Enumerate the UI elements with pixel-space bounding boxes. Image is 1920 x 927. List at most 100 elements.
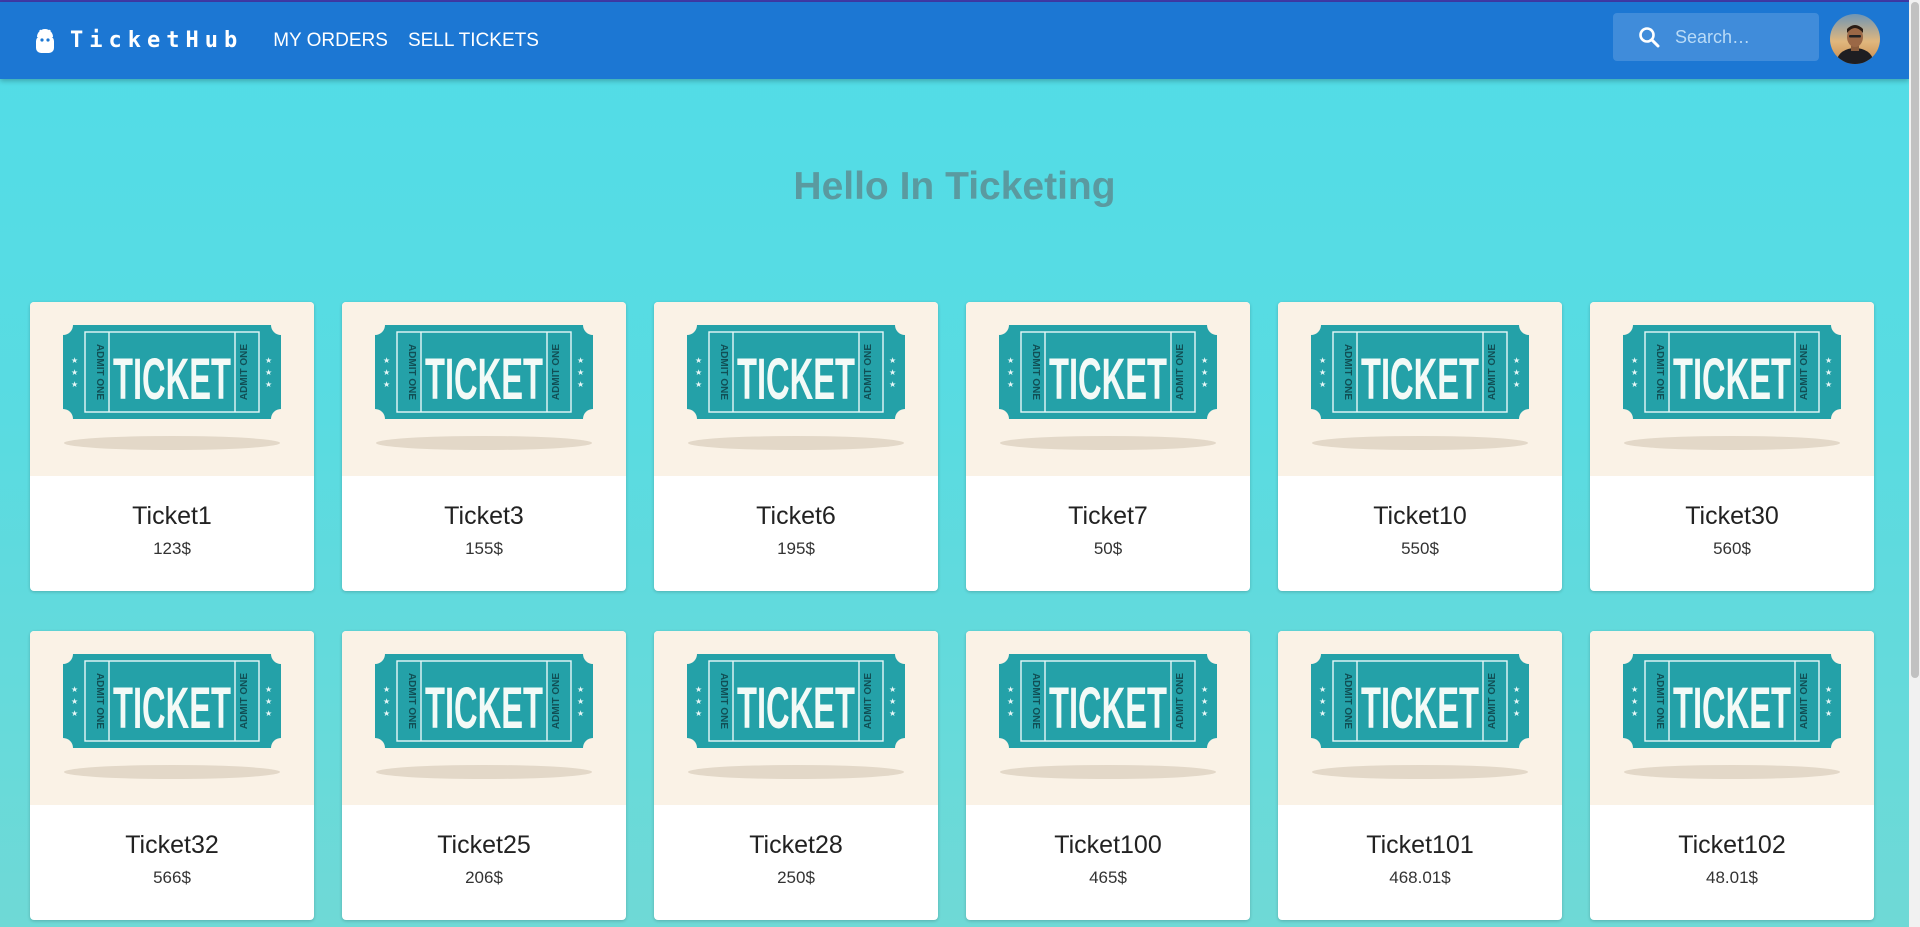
ticket-side-text-left: ADMIT ONE bbox=[1654, 673, 1665, 729]
app-bar: TicketHub MY ORDERS SELL TICKETS bbox=[0, 2, 1909, 79]
ticket-illustration: ADMIT ONE TICKET ADMIT ONE ★ ★ ★ ★ ★ ★ bbox=[1311, 325, 1529, 450]
svg-text:★: ★ bbox=[889, 685, 896, 694]
ticket-illustration: ADMIT ONE TICKET ADMIT ONE ★ ★ ★ ★ ★ ★ bbox=[63, 654, 281, 779]
ticket-main-text: TICKET bbox=[1673, 347, 1791, 412]
ticket-illustration: ADMIT ONE TICKET ADMIT ONE ★ ★ ★ ★ ★ ★ bbox=[687, 325, 905, 450]
svg-text:★: ★ bbox=[1201, 685, 1208, 694]
ticket-card[interactable]: ADMIT ONE TICKET ADMIT ONE ★ ★ ★ ★ ★ ★ Ticke… bbox=[1590, 302, 1874, 591]
svg-text:★: ★ bbox=[695, 697, 702, 706]
ticket-price: 465$ bbox=[1089, 868, 1127, 887]
ticket-grid: ADMIT ONE TICKET ADMIT ONE ★ ★ ★ ★ ★ ★ Ticke… bbox=[30, 302, 1874, 920]
svg-text:★: ★ bbox=[577, 697, 584, 706]
ticket-name: Ticket102 bbox=[1678, 831, 1786, 859]
ticket-stars-left: ★ ★ ★ bbox=[71, 685, 78, 718]
svg-text:★: ★ bbox=[1825, 697, 1832, 706]
svg-text:★: ★ bbox=[1631, 709, 1638, 718]
svg-text:★: ★ bbox=[383, 368, 390, 377]
search-box[interactable] bbox=[1613, 13, 1819, 61]
brand[interactable]: TicketHub bbox=[34, 26, 243, 56]
ticket-card[interactable]: ADMIT ONE TICKET ADMIT ONE ★ ★ ★ ★ ★ ★ Ticke… bbox=[30, 302, 314, 591]
svg-text:★: ★ bbox=[71, 356, 78, 365]
ticket-name: Ticket28 bbox=[749, 831, 843, 859]
svg-text:★: ★ bbox=[695, 685, 702, 694]
page-scrollbar-thumb[interactable] bbox=[1911, 2, 1919, 678]
ticket-stars-right: ★ ★ ★ bbox=[265, 356, 272, 389]
ticket-card[interactable]: ADMIT ONE TICKET ADMIT ONE ★ ★ ★ ★ ★ ★ Ticke… bbox=[966, 631, 1250, 920]
svg-text:★: ★ bbox=[1007, 380, 1014, 389]
svg-text:★: ★ bbox=[577, 356, 584, 365]
search-input[interactable] bbox=[1673, 25, 1817, 49]
ticket-image: ADMIT ONE TICKET ADMIT ONE ★ ★ ★ ★ ★ ★ bbox=[1590, 302, 1874, 476]
ticket-side-text-right: ADMIT ONE bbox=[863, 673, 874, 729]
ticket-stars-right: ★ ★ ★ bbox=[577, 685, 584, 718]
svg-text:★: ★ bbox=[383, 709, 390, 718]
user-avatar[interactable] bbox=[1830, 14, 1880, 64]
ticket-side-text-right: ADMIT ONE bbox=[1487, 673, 1498, 729]
ticket-card[interactable]: ADMIT ONE TICKET ADMIT ONE ★ ★ ★ ★ ★ ★ Ticke… bbox=[654, 302, 938, 591]
ticket-stars-right: ★ ★ ★ bbox=[889, 685, 896, 718]
ticket-stars-left: ★ ★ ★ bbox=[1319, 685, 1326, 718]
ticket-price: 560$ bbox=[1713, 539, 1751, 558]
ticket-illustration: ADMIT ONE TICKET ADMIT ONE ★ ★ ★ ★ ★ ★ bbox=[375, 654, 593, 779]
ticket-illustration: ADMIT ONE TICKET ADMIT ONE ★ ★ ★ ★ ★ ★ bbox=[1623, 325, 1841, 450]
ticket-card[interactable]: ADMIT ONE TICKET ADMIT ONE ★ ★ ★ ★ ★ ★ Ticke… bbox=[966, 302, 1250, 591]
svg-text:★: ★ bbox=[889, 380, 896, 389]
ticket-stars-left: ★ ★ ★ bbox=[1319, 356, 1326, 389]
ticket-illustration: ADMIT ONE TICKET ADMIT ONE ★ ★ ★ ★ ★ ★ bbox=[687, 654, 905, 779]
ticket-image: ADMIT ONE TICKET ADMIT ONE ★ ★ ★ ★ ★ ★ bbox=[654, 631, 938, 805]
ticket-name: Ticket7 bbox=[1068, 502, 1148, 530]
svg-text:★: ★ bbox=[383, 685, 390, 694]
svg-text:★: ★ bbox=[265, 368, 272, 377]
svg-text:★: ★ bbox=[71, 368, 78, 377]
nav-my-orders[interactable]: MY ORDERS bbox=[273, 30, 388, 52]
ticket-card[interactable]: ADMIT ONE TICKET ADMIT ONE ★ ★ ★ ★ ★ ★ Ticke… bbox=[30, 631, 314, 920]
ticket-stars-right: ★ ★ ★ bbox=[265, 685, 272, 718]
ticket-stars-right: ★ ★ ★ bbox=[889, 356, 896, 389]
ticket-price: 50$ bbox=[1093, 539, 1123, 558]
ticket-name: Ticket101 bbox=[1366, 831, 1474, 859]
ticket-card[interactable]: ADMIT ONE TICKET ADMIT ONE ★ ★ ★ ★ ★ ★ Ticke… bbox=[1278, 631, 1562, 920]
ticket-price: 206$ bbox=[465, 868, 503, 887]
ticket-card[interactable]: ADMIT ONE TICKET ADMIT ONE ★ ★ ★ ★ ★ ★ Ticke… bbox=[654, 631, 938, 920]
ticket-card[interactable]: ADMIT ONE TICKET ADMIT ONE ★ ★ ★ ★ ★ ★ Ticke… bbox=[342, 631, 626, 920]
ticket-stars-left: ★ ★ ★ bbox=[1007, 685, 1014, 718]
brand-name: TicketHub bbox=[70, 28, 244, 53]
svg-text:★: ★ bbox=[383, 697, 390, 706]
ticket-card[interactable]: ADMIT ONE TICKET ADMIT ONE ★ ★ ★ ★ ★ ★ Ticke… bbox=[342, 302, 626, 591]
ticket-main-text: TICKET bbox=[425, 347, 543, 412]
nav-sell-tickets[interactable]: SELL TICKETS bbox=[408, 30, 539, 52]
ticket-price: 566$ bbox=[153, 868, 191, 887]
ticket-price: 123$ bbox=[153, 539, 191, 558]
svg-text:★: ★ bbox=[695, 709, 702, 718]
ticket-stars-right: ★ ★ ★ bbox=[1513, 685, 1520, 718]
ticket-main-text: TICKET bbox=[113, 347, 231, 412]
ticket-main-text: TICKET bbox=[425, 676, 543, 741]
ticket-stars-left: ★ ★ ★ bbox=[1631, 356, 1638, 389]
ticket-card[interactable]: ADMIT ONE TICKET ADMIT ONE ★ ★ ★ ★ ★ ★ Ticke… bbox=[1278, 302, 1562, 591]
svg-text:★: ★ bbox=[1631, 380, 1638, 389]
ticket-image: ADMIT ONE TICKET ADMIT ONE ★ ★ ★ ★ ★ ★ bbox=[966, 302, 1250, 476]
svg-text:★: ★ bbox=[1825, 709, 1832, 718]
ticket-illustration: ADMIT ONE TICKET ADMIT ONE ★ ★ ★ ★ ★ ★ bbox=[999, 654, 1217, 779]
svg-text:★: ★ bbox=[1007, 697, 1014, 706]
ticket-side-text-right: ADMIT ONE bbox=[1799, 344, 1810, 400]
ticket-name: Ticket30 bbox=[1685, 502, 1779, 530]
svg-text:★: ★ bbox=[265, 380, 272, 389]
ticket-name: Ticket1 bbox=[132, 502, 212, 530]
ticket-stars-right: ★ ★ ★ bbox=[1825, 685, 1832, 718]
ticket-stars-left: ★ ★ ★ bbox=[1007, 356, 1014, 389]
ticket-illustration: ADMIT ONE TICKET ADMIT ONE ★ ★ ★ ★ ★ ★ bbox=[1623, 654, 1841, 779]
ticket-price: 550$ bbox=[1401, 539, 1439, 558]
ticket-price: 155$ bbox=[465, 539, 503, 558]
ticket-stars-left: ★ ★ ★ bbox=[383, 356, 390, 389]
svg-text:★: ★ bbox=[577, 368, 584, 377]
ticket-side-text-left: ADMIT ONE bbox=[94, 673, 105, 729]
svg-text:★: ★ bbox=[265, 697, 272, 706]
ticket-illustration: ADMIT ONE TICKET ADMIT ONE ★ ★ ★ ★ ★ ★ bbox=[1311, 654, 1529, 779]
svg-text:★: ★ bbox=[1513, 356, 1520, 365]
svg-text:★: ★ bbox=[1007, 368, 1014, 377]
ticket-name: Ticket10 bbox=[1373, 502, 1467, 530]
ticket-side-text-left: ADMIT ONE bbox=[1342, 673, 1353, 729]
svg-text:★: ★ bbox=[1513, 697, 1520, 706]
ticket-card[interactable]: ADMIT ONE TICKET ADMIT ONE ★ ★ ★ ★ ★ ★ Ticke… bbox=[1590, 631, 1874, 920]
